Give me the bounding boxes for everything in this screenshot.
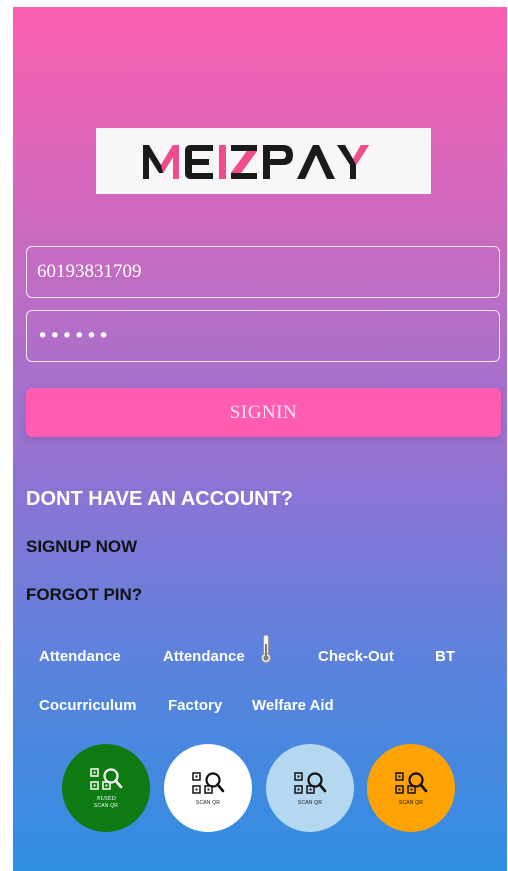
forgot-pin-link[interactable]: FORGOT PIN?	[26, 585, 142, 605]
signin-button[interactable]: SIGNIN	[26, 388, 501, 437]
qr-search-icon	[294, 771, 327, 794]
scan-qr-button[interactable]: SCAN QR	[164, 744, 252, 832]
pin-input[interactable]	[26, 310, 500, 362]
welfare-aid-link[interactable]: Welfare Aid	[252, 697, 334, 714]
app-logo	[96, 128, 431, 194]
attendance-temperature-link[interactable]: Attendance	[163, 648, 245, 665]
cocurriculum-link[interactable]: Cocurriculum	[39, 697, 137, 714]
signup-now-link[interactable]: SIGNUP NOW	[26, 537, 137, 557]
qr-search-icon	[90, 768, 123, 790]
scan-qr-label: SCAN QR	[398, 799, 424, 806]
nused-label: NUSED	[96, 796, 116, 802]
factory-link[interactable]: Factory	[168, 697, 222, 714]
scan-qr-label: SCAN QR	[93, 803, 119, 809]
thermometer-icon	[261, 634, 271, 663]
qr-search-icon	[395, 771, 428, 794]
scan-qr-label: SCAN QR	[195, 799, 221, 806]
scan-qr-button[interactable]: SCAN QR	[266, 744, 354, 832]
scan-qr-label: SCAN QR	[297, 799, 323, 806]
attendance-link[interactable]: Attendance	[39, 648, 121, 665]
scan-qr-button[interactable]: SCAN QR	[367, 744, 455, 832]
no-account-label: DONT HAVE AN ACCOUNT?	[26, 488, 294, 510]
check-out-link[interactable]: Check-Out	[318, 648, 394, 665]
login-screen: SIGNIN DONT HAVE AN ACCOUNT? SIGNUP NOW …	[13, 7, 507, 871]
qr-search-icon	[192, 771, 225, 794]
phone-number-input[interactable]	[26, 246, 500, 298]
scan-qr-nused-button[interactable]: NUSED SCAN QR	[62, 744, 150, 832]
bt-link[interactable]: BT	[435, 648, 455, 665]
meizpay-logo-mark	[142, 145, 369, 179]
